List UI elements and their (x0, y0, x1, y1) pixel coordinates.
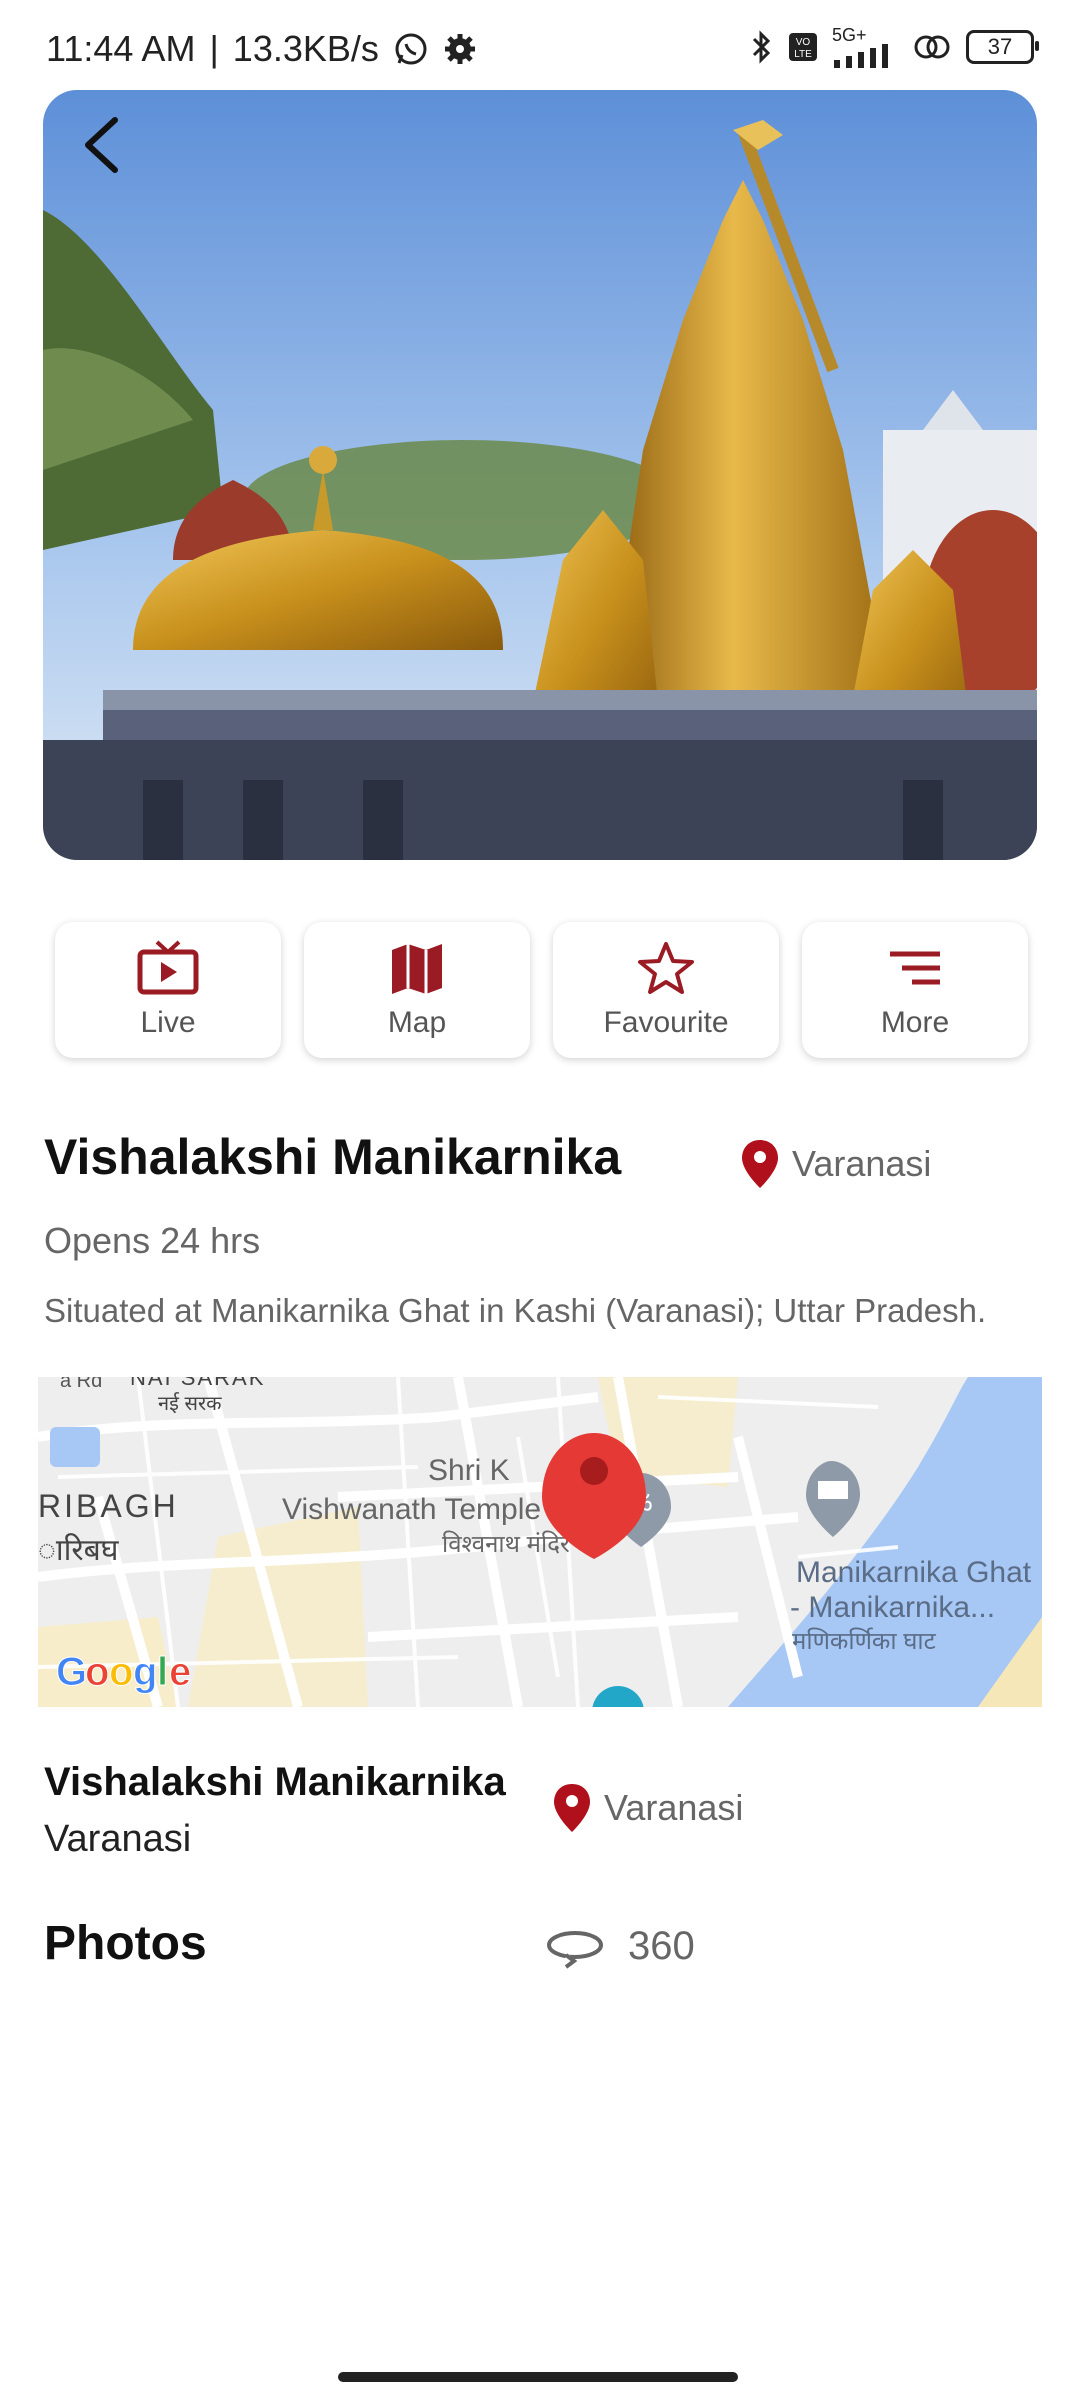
more-label: More (880, 1006, 950, 1039)
map-label-ghat-2: - Manikarnika... (790, 1591, 995, 1624)
status-left: 11:44 AM | 13.3KB/s (46, 28, 477, 70)
status-network-speed: 13.3KB/s (232, 28, 379, 69)
cellular-signal: 5G+ (832, 26, 898, 68)
summary-city: Varanasi (44, 1818, 192, 1860)
live-button[interactable]: Live (55, 922, 281, 1058)
summary-location-text: Varanasi (604, 1787, 744, 1828)
svg-text:G: G (56, 1650, 87, 1694)
live-label: Live (140, 1006, 196, 1039)
link-icon (914, 35, 950, 59)
svg-text:VO: VO (796, 37, 811, 48)
map-label-temple-2: Vishwanath Temple (282, 1493, 541, 1526)
bluetooth-icon (752, 30, 771, 64)
view-360-button[interactable]: 360 (544, 1924, 695, 1969)
status-separator: | (209, 28, 219, 69)
map-label-temple-1: Shri K (428, 1454, 510, 1487)
map-label-temple-hi: विश्वनाथ मंदिर (442, 1530, 571, 1558)
location-text: Varanasi (792, 1143, 932, 1184)
network-type: 5G+ (832, 25, 867, 45)
summary-location-link[interactable]: Varanasi (552, 1782, 743, 1834)
map-icon (392, 944, 442, 994)
temple-hero-image (43, 90, 1037, 860)
more-button[interactable]: More (802, 922, 1028, 1058)
temple-photo (43, 90, 1037, 860)
status-time: 11:44 AM (46, 28, 196, 69)
google-logo: G o o g l e (56, 1650, 192, 1695)
status-bar: 11:44 AM | 13.3KB/s VO LTE 5G+ 37 (0, 0, 1080, 90)
photos-heading: Photos (44, 1917, 207, 1970)
opening-hours: Opens 24 hrs (44, 1220, 261, 1261)
map-preview[interactable]: a Rd NAI SARAK नई सरक RIBAGH ारिबघ Shri … (38, 1377, 1042, 1707)
whatsapp-icon (395, 33, 427, 65)
rotate-360-icon (547, 1930, 603, 1969)
view-360-label: 360 (628, 1924, 695, 1968)
svg-text:l: l (157, 1650, 168, 1694)
map-label-nai-sarak: NAI SARAK (130, 1377, 265, 1390)
temple-title: Vishalakshi Manikarnika (44, 1129, 622, 1185)
status-right: VO LTE 5G+ 37 (750, 26, 1039, 68)
map-label: Map (387, 1006, 447, 1039)
svg-text:o: o (109, 1650, 133, 1694)
home-indicator[interactable] (338, 2372, 738, 2382)
settings-gear-icon (444, 34, 475, 64)
battery-level: 37 (987, 34, 1013, 59)
map-label-nai-sarak-hi: नई सरक (158, 1392, 222, 1415)
svg-text:g: g (133, 1650, 157, 1694)
map-canvas: a Rd NAI SARAK नई सरक RIBAGH ारिबघ Shri … (38, 1377, 1042, 1707)
location-pin-icon (742, 1140, 778, 1188)
star-icon (638, 942, 694, 994)
map-label-ribagh: RIBAGH (38, 1488, 179, 1524)
summary-name: Vishalakshi Manikarnika (44, 1760, 506, 1804)
tv-icon (137, 940, 199, 995)
svg-text:e: e (169, 1650, 191, 1694)
back-button[interactable] (70, 110, 130, 180)
map-label-ghat-hi: मणिकर्णिका घाट (792, 1627, 937, 1655)
menu-lines-icon (890, 951, 940, 985)
favourite-button[interactable]: Favourite (553, 922, 779, 1058)
svg-text:o: o (85, 1650, 109, 1694)
volte-icon: VO LTE (789, 33, 817, 61)
temple-description: Situated at Manikarnika Ghat in Kashi (V… (44, 1292, 987, 1329)
map-label-edge: a Rd (60, 1377, 102, 1392)
location-link[interactable]: Varanasi (740, 1138, 931, 1190)
battery-indicator: 37 (966, 30, 1039, 64)
map-label-ghat-1: Manikarnika Ghat (796, 1556, 1032, 1589)
location-pin-icon (554, 1784, 590, 1832)
svg-text:LTE: LTE (794, 49, 812, 60)
favourite-label: Favourite (603, 1006, 729, 1039)
map-button[interactable]: Map (304, 922, 530, 1058)
map-label-ribagh-hi: ारिबघ (38, 1533, 120, 1567)
signal-bars-icon (834, 44, 888, 68)
